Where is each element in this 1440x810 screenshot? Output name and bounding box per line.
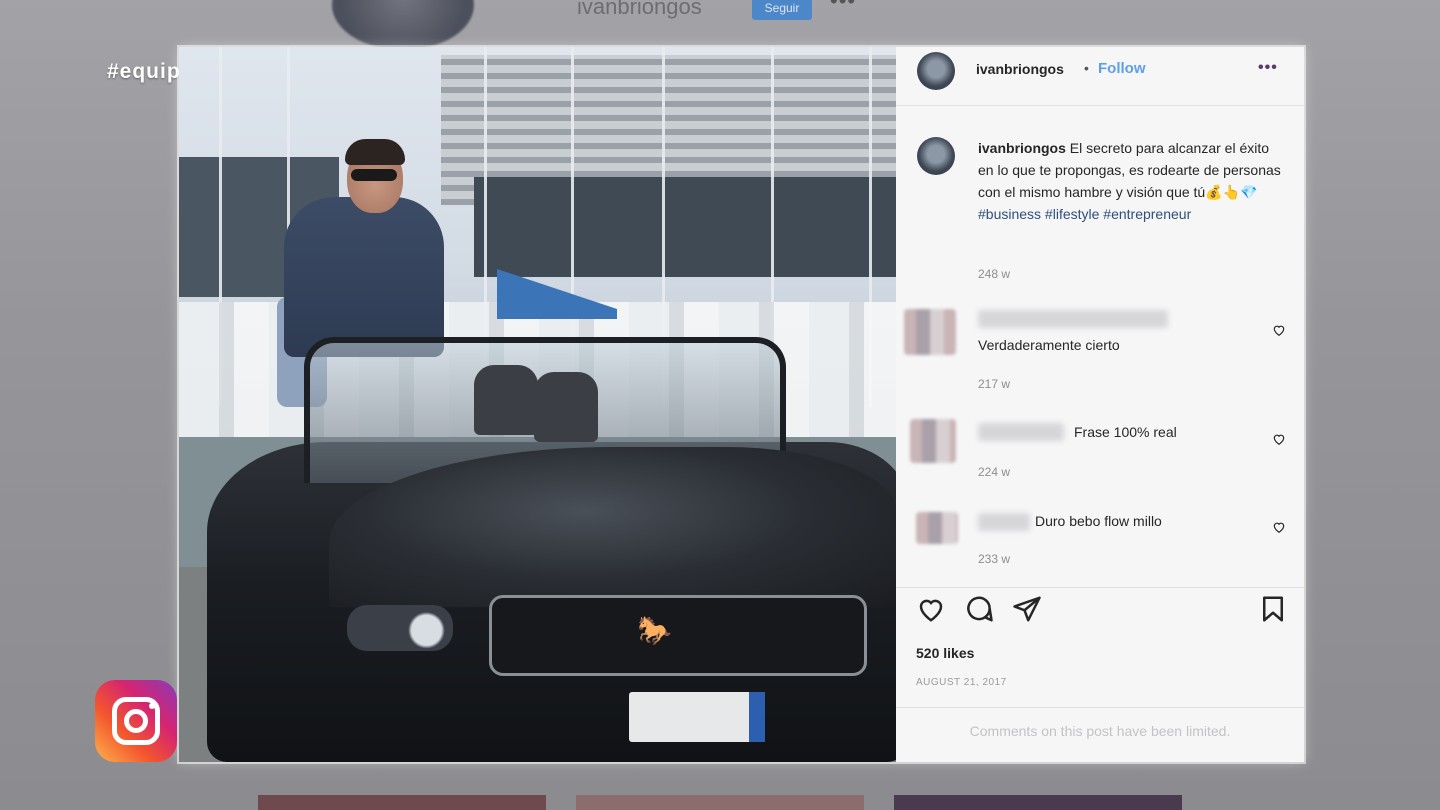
- bookmark-icon[interactable]: [1258, 594, 1288, 624]
- photo-car-headlight: [347, 605, 453, 651]
- photo-car-seat: [474, 365, 538, 435]
- instagram-logo-dot: [149, 703, 155, 709]
- post-photo[interactable]: 🐎: [179, 47, 896, 762]
- more-options-icon[interactable]: •••: [1258, 59, 1278, 77]
- caption-username[interactable]: ivanbriongos: [978, 140, 1066, 156]
- post-caption: ivanbriongos El secreto para alcanzar el…: [978, 137, 1288, 225]
- comments-limited-notice: Comments on this post have been limited.: [969, 723, 1231, 739]
- comment-avatar[interactable]: [904, 309, 956, 355]
- comment-icon[interactable]: [964, 594, 994, 624]
- background-profile-username: ivanbriongos: [577, 0, 702, 19]
- post-side-panel: ivanbriongos • Follow ••• ivanbriongos E…: [896, 47, 1304, 762]
- comment-timestamp[interactable]: 233 w: [978, 552, 1010, 566]
- header-separator: •: [1084, 60, 1089, 76]
- background-follow-button[interactable]: Seguir: [752, 0, 812, 20]
- comment-avatar[interactable]: [916, 512, 958, 544]
- photo-person-sunglasses: [351, 169, 397, 181]
- comment-text: Duro bebo flow millo: [1035, 513, 1162, 529]
- post-header: ivanbriongos • Follow •••: [896, 47, 1304, 95]
- comment-avatar[interactable]: [910, 419, 956, 463]
- follow-button[interactable]: Follow: [1098, 60, 1146, 77]
- background-more-icon[interactable]: •••: [830, 0, 856, 14]
- comment-like-heart-icon[interactable]: [1272, 323, 1286, 337]
- comment-username-blurred: [978, 310, 1168, 328]
- author-username[interactable]: ivanbriongos: [976, 61, 1064, 77]
- send-icon[interactable]: [1012, 594, 1042, 624]
- mustang-emblem-icon: 🐎: [637, 615, 672, 646]
- caption-timestamp[interactable]: 248 w: [978, 267, 1010, 281]
- post-date: AUGUST 21, 2017: [916, 677, 1007, 688]
- photo-car-seat: [534, 372, 598, 442]
- likes-count[interactable]: 520 likes: [916, 645, 974, 661]
- background-grid-thumbnail[interactable]: [258, 795, 546, 810]
- actions-divider: [896, 587, 1304, 588]
- header-divider: [896, 105, 1304, 106]
- comment-like-heart-icon[interactable]: [1272, 520, 1286, 534]
- photo-building-lower: [474, 177, 896, 277]
- photo-person-hair: [345, 139, 405, 165]
- caption-author-avatar[interactable]: [917, 137, 955, 175]
- heart-icon[interactable]: [916, 594, 946, 624]
- license-plate-eu-strip: [749, 692, 765, 742]
- caption-hashtags[interactable]: #business #lifestyle #entrepreneur: [978, 206, 1191, 222]
- instagram-logo-lens: [124, 709, 148, 733]
- comment-text: Frase 100% real: [1074, 424, 1177, 440]
- comment-text: Verdaderamente cierto: [978, 337, 1120, 353]
- author-avatar[interactable]: [917, 52, 955, 90]
- comment-timestamp[interactable]: 224 w: [978, 465, 1010, 479]
- comment-like-heart-icon[interactable]: [1272, 432, 1286, 446]
- comment-username-blurred: [978, 513, 1030, 531]
- instagram-logo-icon: [95, 680, 177, 762]
- background-grid-thumbnail[interactable]: [894, 795, 1182, 810]
- photo-person-shirt: [284, 197, 444, 357]
- instagram-post-card: 🐎 ivanbriongos • Follow ••• ivanbriongos…: [179, 47, 1304, 762]
- background-grid-thumbnail[interactable]: [576, 795, 864, 810]
- comment-username-blurred: [978, 423, 1064, 441]
- comment-timestamp[interactable]: 217 w: [978, 377, 1010, 391]
- photo-license-plate: [629, 692, 765, 742]
- comments-divider: [896, 707, 1304, 708]
